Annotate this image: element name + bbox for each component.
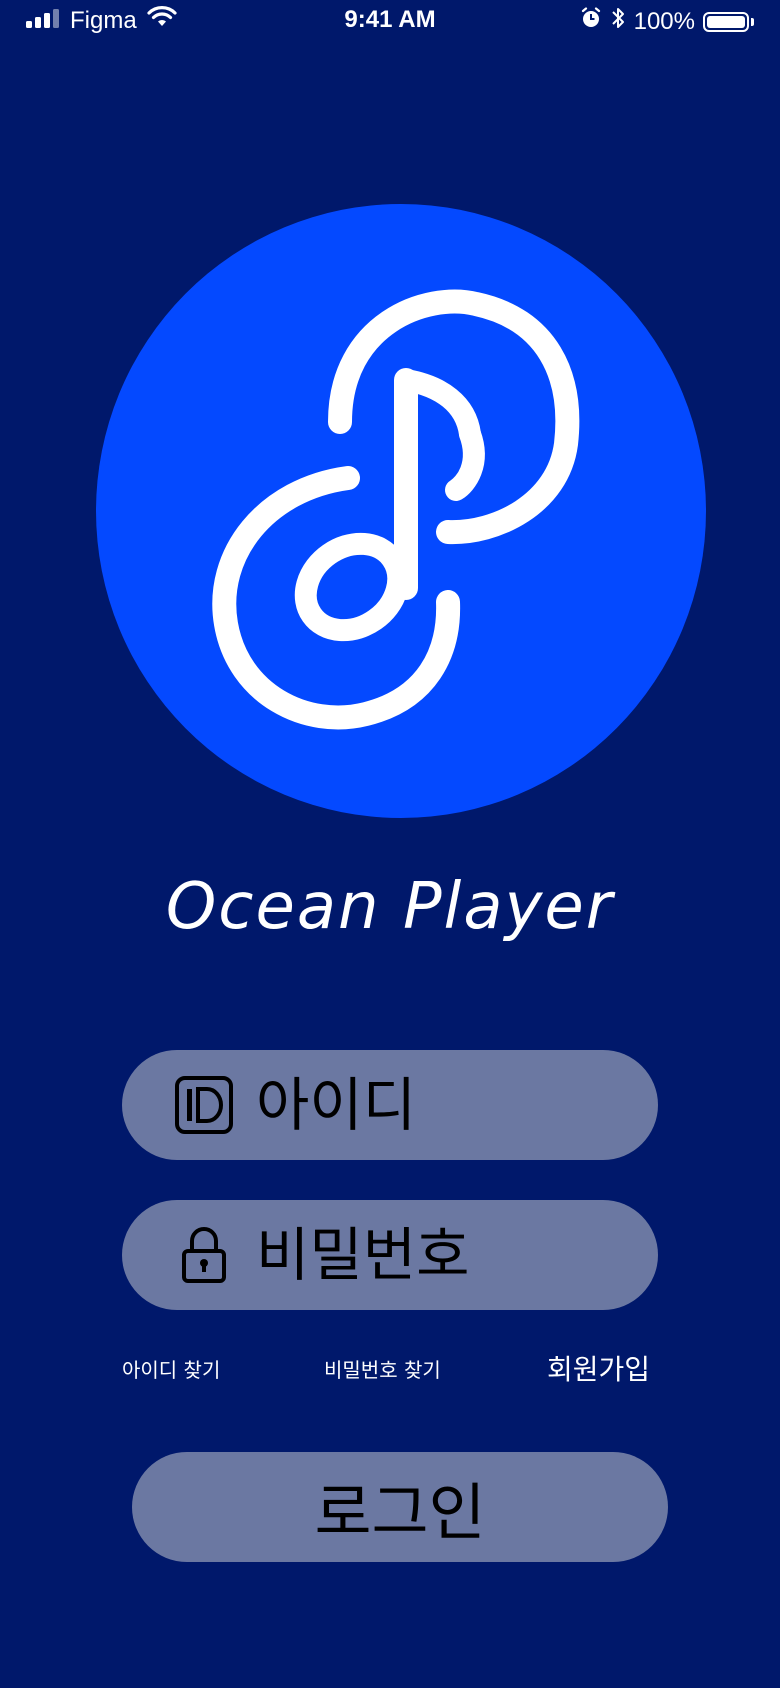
- login-button[interactable]: 로그인: [132, 1452, 668, 1562]
- music-note-logo-icon: [212, 289, 580, 730]
- alarm-icon: [580, 7, 602, 36]
- status-bar: Figma 9:41 AM 100%: [0, 0, 780, 44]
- lock-icon: [172, 1223, 236, 1287]
- battery-percent: 100%: [633, 7, 695, 35]
- app-logo: [96, 204, 706, 818]
- find-id-link[interactable]: 아이디 찾기: [122, 1354, 220, 1383]
- account-links: 아이디 찾기 비밀번호 찾기 회원가입: [0, 1348, 780, 1388]
- battery-icon: [703, 11, 749, 32]
- find-password-link[interactable]: 비밀번호 찾기: [324, 1354, 441, 1383]
- password-field[interactable]: [122, 1200, 658, 1310]
- login-screen: Figma 9:41 AM 100% Ocean Player 아이디 아이디 …: [0, 0, 780, 1688]
- app-name: Ocean Player: [165, 870, 615, 944]
- id-input[interactable]: [256, 1071, 636, 1139]
- signup-link[interactable]: 회원가입: [547, 1348, 650, 1388]
- bluetooth-icon: [610, 6, 626, 37]
- password-input[interactable]: [256, 1221, 636, 1289]
- id-card-icon: [172, 1073, 236, 1137]
- id-field[interactable]: [122, 1050, 658, 1160]
- status-bar-right: 100%: [580, 6, 754, 37]
- battery-tip: [751, 17, 754, 26]
